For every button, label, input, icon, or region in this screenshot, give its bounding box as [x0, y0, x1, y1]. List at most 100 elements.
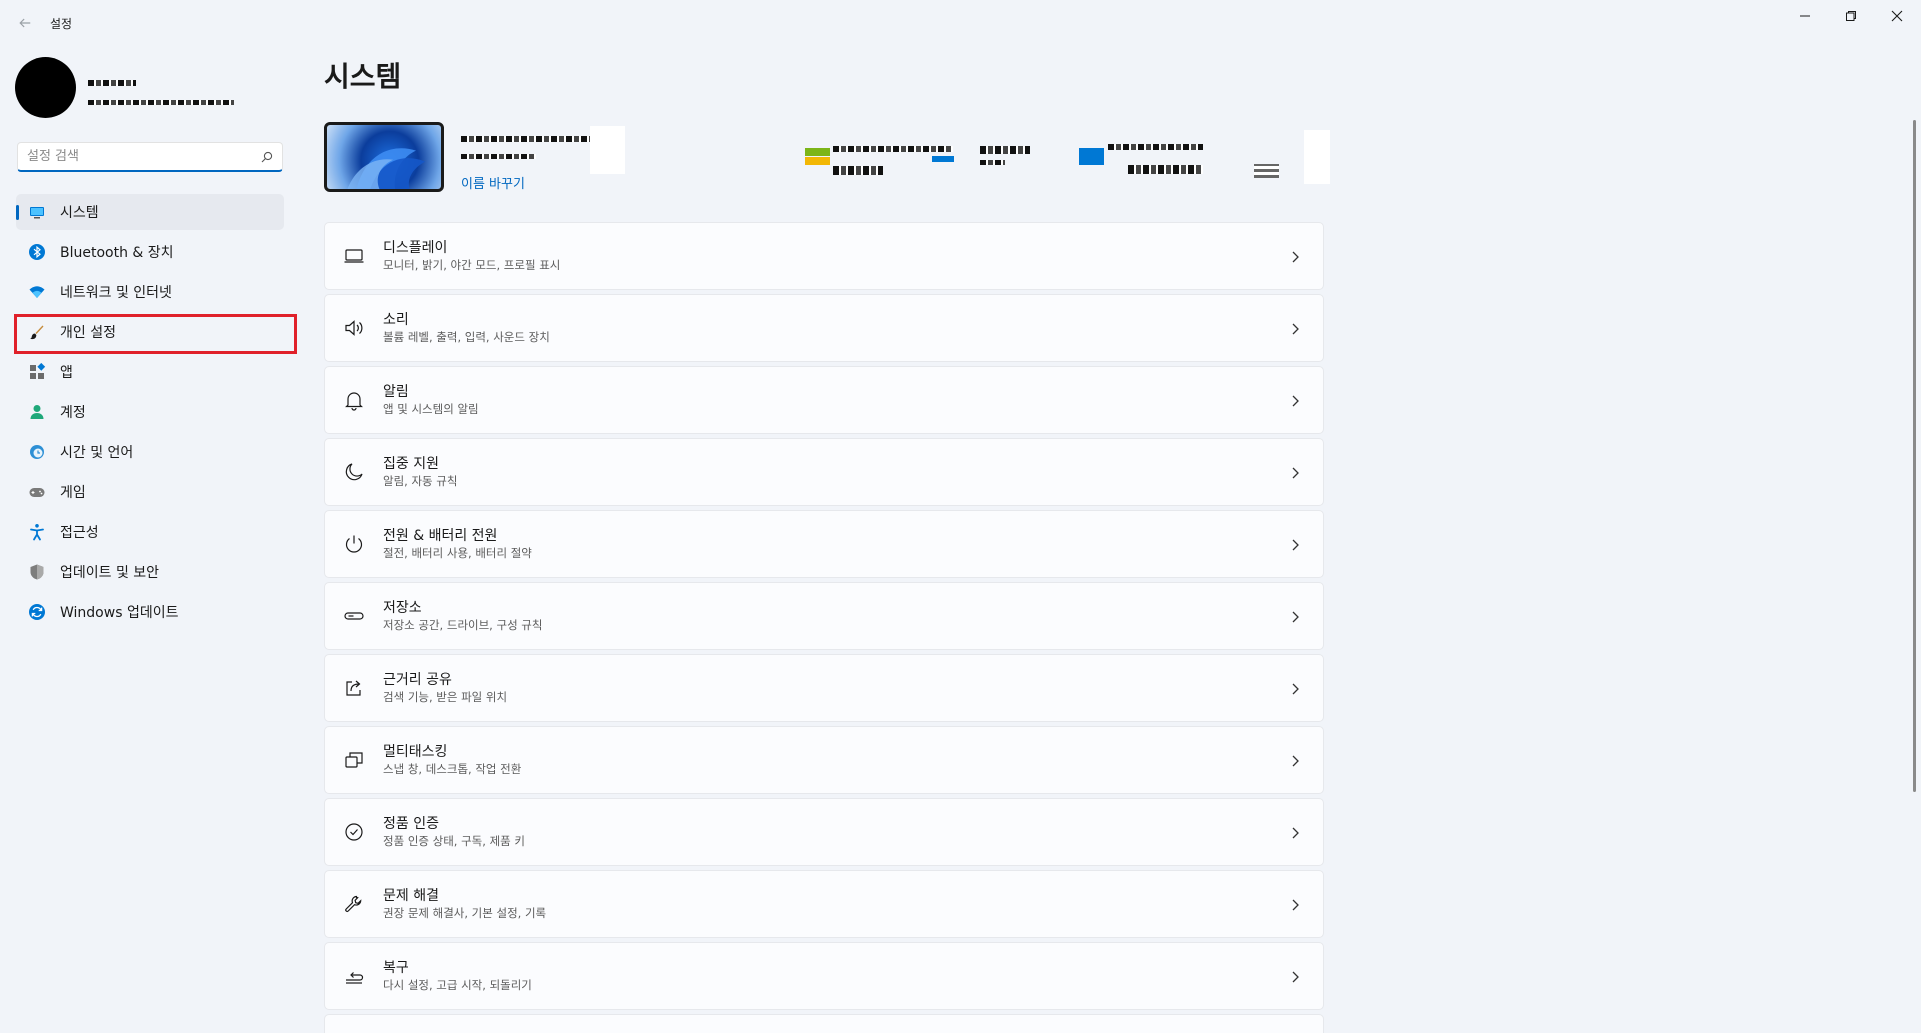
- redacted-status-text: [980, 146, 1030, 154]
- sidebar-item-label: 접근성: [60, 525, 99, 541]
- sidebar-item-label: 업데이트 및 보안: [60, 565, 160, 581]
- card-power-battery[interactable]: 전원 & 배터리 전원 절전, 배터리 사용, 배터리 절약: [324, 510, 1324, 578]
- card-subtitle: 권장 문제 해결사, 기본 설정, 기록: [383, 906, 547, 920]
- accessibility-icon: [27, 522, 47, 542]
- card-subtitle: 스냅 창, 데스크톱, 작업 전환: [383, 762, 522, 776]
- scrollbar[interactable]: [1913, 120, 1916, 792]
- page-title: 시스템: [324, 60, 402, 93]
- card-subtitle: 저장소 공간, 드라이브, 구성 규칙: [383, 618, 543, 632]
- redacted-device-name: [461, 136, 591, 142]
- title-bar: 설정: [0, 0, 1921, 46]
- redacted-status-text: [1254, 164, 1279, 178]
- sidebar-item-network[interactable]: 네트워크 및 인터넷: [16, 274, 284, 310]
- sidebar-item-label: 네트워크 및 인터넷: [60, 285, 172, 301]
- device-thumbnail: [324, 122, 444, 192]
- redacted-status-text: [1128, 165, 1203, 174]
- close-button[interactable]: [1874, 0, 1920, 32]
- restore-button[interactable]: [1828, 0, 1874, 32]
- multitasking-icon: [342, 748, 366, 772]
- card-title: 근거리 공유: [383, 672, 452, 688]
- sidebar-item-label: 계정: [60, 405, 86, 421]
- window-title: 설정: [50, 17, 73, 31]
- card-notifications[interactable]: 알림 앱 및 시스템의 알림: [324, 366, 1324, 434]
- chevron-right-icon: [1289, 897, 1301, 911]
- bell-icon: [342, 388, 366, 412]
- settings-card-list: 디스플레이 모니터, 밝기, 야간 모드, 프로필 표시 소리 볼륨 레벨, 출…: [324, 222, 1324, 1033]
- card-title: 알림: [383, 384, 409, 400]
- card-troubleshoot[interactable]: 문제 해결 권장 문제 해결사, 기본 설정, 기록: [324, 870, 1324, 938]
- sidebar-item-system[interactable]: 시스템: [16, 194, 284, 230]
- card-storage[interactable]: 저장소 저장소 공간, 드라이브, 구성 규칙: [324, 582, 1324, 650]
- card-title: 문제 해결: [383, 888, 439, 904]
- moon-icon: [342, 460, 366, 484]
- sidebar-item-label: Bluetooth & 장치: [60, 245, 174, 261]
- card-title: 저장소: [383, 600, 422, 616]
- card-next-partial[interactable]: [324, 1014, 1324, 1033]
- sidebar-item-label: 시스템: [60, 205, 99, 221]
- card-display[interactable]: 디스플레이 모니터, 밝기, 야간 모드, 프로필 표시: [324, 222, 1324, 290]
- avatar[interactable]: [15, 57, 76, 118]
- sidebar-item-windows-update[interactable]: Windows 업데이트: [16, 594, 284, 630]
- speaker-icon: [342, 316, 366, 340]
- sidebar-item-accessibility[interactable]: 접근성: [16, 514, 284, 550]
- sidebar-item-gaming[interactable]: 게임: [16, 474, 284, 510]
- card-multitasking[interactable]: 멀티태스킹 스냅 창, 데스크톱, 작업 전환: [324, 726, 1324, 794]
- card-title: 소리: [383, 312, 409, 328]
- redacted-status-text: [833, 146, 953, 152]
- recovery-icon: [342, 964, 366, 988]
- card-subtitle: 정품 인증 상태, 구독, 제품 키: [383, 834, 525, 848]
- redacted-status-block: [1079, 148, 1104, 165]
- sidebar-item-personalization[interactable]: 개인 설정: [16, 314, 284, 350]
- card-subtitle: 다시 설정, 고급 시작, 되돌리기: [383, 978, 532, 992]
- windows-update-icon: [27, 602, 47, 622]
- sidebar-item-bluetooth[interactable]: Bluetooth & 장치: [16, 234, 284, 270]
- sidebar-nav: 시스템 Bluetooth & 장치 네트워크 및 인터넷 개인 설정 앱 계정: [16, 194, 284, 634]
- share-icon: [342, 676, 366, 700]
- card-nearby-sharing[interactable]: 근거리 공유 검색 기능, 받은 파일 위치: [324, 654, 1324, 722]
- chevron-right-icon: [1289, 249, 1301, 263]
- redacted-status-block: [805, 157, 830, 165]
- redacted-email: [88, 100, 234, 105]
- chevron-right-icon: [1289, 969, 1301, 983]
- card-focus-assist[interactable]: 집중 지원 알림, 자동 규칙: [324, 438, 1324, 506]
- chevron-right-icon: [1289, 537, 1301, 551]
- minimize-icon: [1800, 15, 1810, 17]
- chevron-right-icon: [1289, 609, 1301, 623]
- redacted-status-text: [1108, 144, 1203, 150]
- search-box[interactable]: [17, 142, 283, 172]
- close-icon: [1891, 10, 1903, 22]
- chevron-right-icon: [1289, 681, 1301, 695]
- card-recovery[interactable]: 복구 다시 설정, 고급 시작, 되돌리기: [324, 942, 1324, 1010]
- redacted-status-text: [833, 166, 883, 175]
- card-sound[interactable]: 소리 볼륨 레벨, 출력, 입력, 사운드 장치: [324, 294, 1324, 362]
- account-icon: [27, 402, 47, 422]
- card-title: 전원 & 배터리 전원: [383, 528, 498, 544]
- card-subtitle: 앱 및 시스템의 알림: [383, 402, 479, 416]
- power-icon: [342, 532, 366, 556]
- gamepad-icon: [27, 482, 47, 502]
- minimize-button[interactable]: [1782, 0, 1828, 32]
- rename-link[interactable]: 이름 바꾸기: [461, 173, 525, 192]
- network-icon: [27, 282, 47, 302]
- sidebar-item-label: 게임: [60, 485, 86, 501]
- card-activation[interactable]: 정품 인증 정품 인증 상태, 구독, 제품 키: [324, 798, 1324, 866]
- search-input[interactable]: [18, 149, 252, 164]
- chevron-right-icon: [1289, 465, 1301, 479]
- card-subtitle: 모니터, 밝기, 야간 모드, 프로필 표시: [383, 258, 561, 272]
- sidebar-item-apps[interactable]: 앱: [16, 354, 284, 390]
- card-title: 멀티태스킹: [383, 744, 448, 760]
- sidebar-item-accounts[interactable]: 계정: [16, 394, 284, 430]
- sidebar-item-update-security[interactable]: 업데이트 및 보안: [16, 554, 284, 590]
- sidebar-item-time-language[interactable]: 시간 및 언어: [16, 434, 284, 470]
- card-subtitle: 볼륨 레벨, 출력, 입력, 사운드 장치: [383, 330, 550, 344]
- chevron-right-icon: [1289, 321, 1301, 335]
- redacted-status-block: [805, 148, 830, 156]
- card-title: 디스플레이: [383, 240, 448, 256]
- back-button[interactable]: [14, 12, 36, 34]
- card-subtitle: 알림, 자동 규칙: [383, 474, 458, 488]
- wallpaper-bloom-icon: [347, 148, 426, 189]
- time-language-icon: [27, 442, 47, 462]
- display-icon: [342, 244, 366, 268]
- sidebar-item-label: 앱: [60, 365, 73, 381]
- search-icon[interactable]: [252, 151, 282, 163]
